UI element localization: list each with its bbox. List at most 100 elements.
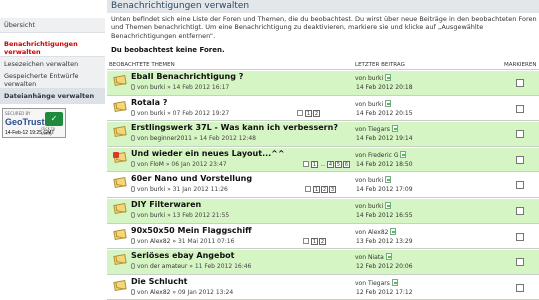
- last-post-author-name[interactable]: burki: [368, 177, 383, 184]
- topic-date: 31 Jan 2012 11:26: [172, 186, 228, 194]
- last-post-author-name[interactable]: Niata: [368, 254, 384, 261]
- table-row: 60er Nano und Vorstellung von burki » 31 …: [107, 173, 539, 198]
- topic-author[interactable]: Alex82: [150, 238, 171, 245]
- last-post-author-name[interactable]: Alex82: [368, 229, 389, 236]
- view-latest-post-icon[interactable]: [385, 253, 392, 261]
- page-link[interactable]: 2: [313, 109, 320, 117]
- view-latest-post-icon[interactable]: [385, 176, 392, 184]
- topic-author[interactable]: burki: [150, 110, 165, 117]
- sidebar-item-notifications[interactable]: Benachrichtigungen verwalten: [0, 37, 105, 57]
- by-label: von: [137, 237, 150, 245]
- attachment-icon: [131, 135, 135, 142]
- by-label: von: [137, 186, 150, 194]
- attachment-icon: [131, 263, 135, 270]
- header-topics: BEOBACHTETE THEMEN: [109, 62, 175, 68]
- mark-checkbox[interactable]: [516, 155, 524, 164]
- page-link[interactable]: 1: [311, 160, 318, 168]
- last-post-author-name[interactable]: Tiegars: [368, 280, 390, 287]
- pages-icon: [303, 237, 309, 244]
- table-row: DIY Filterwaren von burki » 13 Feb 2012 2…: [107, 199, 539, 224]
- view-latest-post-icon[interactable]: [391, 125, 398, 133]
- topic-author[interactable]: FloM: [150, 161, 164, 168]
- topic-meta: von burki » 31 Jan 2012 11:26: [131, 186, 228, 193]
- last-post-author-name[interactable]: burki: [368, 101, 383, 108]
- view-latest-post-icon[interactable]: [385, 202, 392, 209]
- attachment-icon: [131, 160, 135, 167]
- topic-title-link[interactable]: Und wieder ein neues Layout...^^: [131, 149, 285, 158]
- last-post-author: von burki: [355, 176, 392, 185]
- by-label: von: [137, 212, 150, 219]
- topic-title-link[interactable]: Erstlingswerk 37L - Was kann ich verbess…: [131, 123, 338, 132]
- last-post-author: von Frederic G: [355, 150, 407, 159]
- sidebar-item-overview[interactable]: Übersicht: [0, 18, 105, 33]
- seal-top-text: SECURED BY: [5, 111, 31, 116]
- view-latest-post-icon[interactable]: [390, 227, 397, 235]
- page-link[interactable]: 6: [342, 160, 350, 168]
- pagination: 12: [297, 109, 321, 117]
- pagination-ellipsis: ...: [319, 161, 327, 168]
- page-link[interactable]: 4: [326, 160, 334, 168]
- table-header: BEOBACHTETE THEMEN LETZTER BEITRAG MARKI…: [107, 58, 539, 70]
- envelope-shape: [113, 203, 127, 214]
- topic-author[interactable]: der amateur: [150, 263, 187, 270]
- last-post-author-name[interactable]: Tiegars: [368, 126, 390, 133]
- mark-checkbox[interactable]: [516, 181, 524, 190]
- page-link[interactable]: 1: [305, 109, 312, 117]
- last-post-author-name[interactable]: burki: [368, 203, 383, 210]
- envelope-shape: [113, 279, 127, 291]
- topic-envelope-icon: [113, 177, 127, 189]
- topic-envelope-icon: [113, 75, 127, 86]
- view-latest-post-icon[interactable]: [400, 150, 407, 158]
- mark-checkbox[interactable]: [516, 283, 524, 292]
- topic-title-link[interactable]: Seriöses ebay Angebot: [131, 251, 235, 260]
- topic-author[interactable]: Alex82: [150, 289, 171, 296]
- topic-title-link[interactable]: 90x50x50 Mein Flaggschiff: [131, 226, 252, 235]
- topic-meta: von burki » 14 Feb 2012 16:17: [131, 84, 229, 91]
- view-latest-post-icon[interactable]: [385, 74, 392, 81]
- date-separator: »: [165, 109, 173, 117]
- page-link[interactable]: 2: [321, 186, 328, 194]
- topic-envelope-icon: [113, 151, 127, 163]
- topic-meta: von beginner2011 » 14 Feb 2012 12:48: [131, 135, 256, 142]
- view-latest-post-icon[interactable]: [391, 278, 398, 286]
- page-link[interactable]: 3: [329, 186, 336, 194]
- mark-checkbox[interactable]: [516, 207, 524, 215]
- topic-author[interactable]: burki: [150, 186, 165, 193]
- topic-title-link[interactable]: Die Schlucht: [131, 277, 188, 286]
- topic-title-link[interactable]: Rotala ?: [131, 98, 167, 107]
- last-post-author-name[interactable]: burki: [368, 75, 383, 82]
- by-label: von: [355, 177, 368, 185]
- mark-checkbox[interactable]: [516, 130, 524, 139]
- page-link[interactable]: 1: [311, 237, 318, 245]
- page-title: Benachrichtigungen verwalten: [107, 0, 539, 13]
- topic-meta: von FloM » 06 Jan 2012 23:47: [131, 160, 227, 168]
- table-row: EbaII Benachrichtigung ? von burki » 14 F…: [107, 71, 539, 96]
- topic-title-link[interactable]: 60er Nano und Vorstellung: [131, 174, 252, 183]
- by-label: von: [137, 160, 150, 168]
- page-link[interactable]: 2: [319, 237, 326, 245]
- sidebar-item-attachments[interactable]: Dateianhänge verwalten: [0, 89, 105, 104]
- topic-author[interactable]: beginner2011: [150, 135, 192, 142]
- mark-checkbox[interactable]: [516, 104, 524, 113]
- by-label: von: [137, 84, 150, 91]
- mark-checkbox[interactable]: [516, 258, 524, 267]
- by-label: von: [355, 254, 368, 262]
- last-post-author: von Tiegars: [355, 125, 398, 133]
- sidebar-item-drafts[interactable]: Gespeicherte Entwürfe verwalten: [0, 69, 105, 89]
- topic-author[interactable]: burki: [150, 84, 165, 91]
- geotrust-seal[interactable]: SECURED BY GeoTrust ✓ click to verify 14…: [2, 108, 66, 138]
- geotrust-logo: GeoTrust: [5, 117, 45, 127]
- last-post-author: von Niata: [355, 253, 392, 261]
- last-post-date: 12 Feb 2012 17:12: [356, 288, 413, 296]
- last-post-author-name[interactable]: Frederic G: [368, 152, 399, 159]
- mark-checkbox[interactable]: [516, 232, 524, 241]
- mark-checkbox[interactable]: [516, 79, 524, 87]
- table-row: Und wieder ein neues Layout...^^ von FloM…: [107, 147, 539, 173]
- page-link[interactable]: 1: [313, 186, 320, 194]
- topic-title-link[interactable]: EbaII Benachrichtigung ?: [131, 72, 243, 81]
- topic-author[interactable]: burki: [150, 212, 165, 219]
- page-link[interactable]: 5: [334, 160, 342, 168]
- by-label: von: [137, 263, 150, 271]
- view-latest-post-icon[interactable]: [385, 99, 392, 107]
- topic-title-link[interactable]: DIY Filterwaren: [131, 200, 201, 209]
